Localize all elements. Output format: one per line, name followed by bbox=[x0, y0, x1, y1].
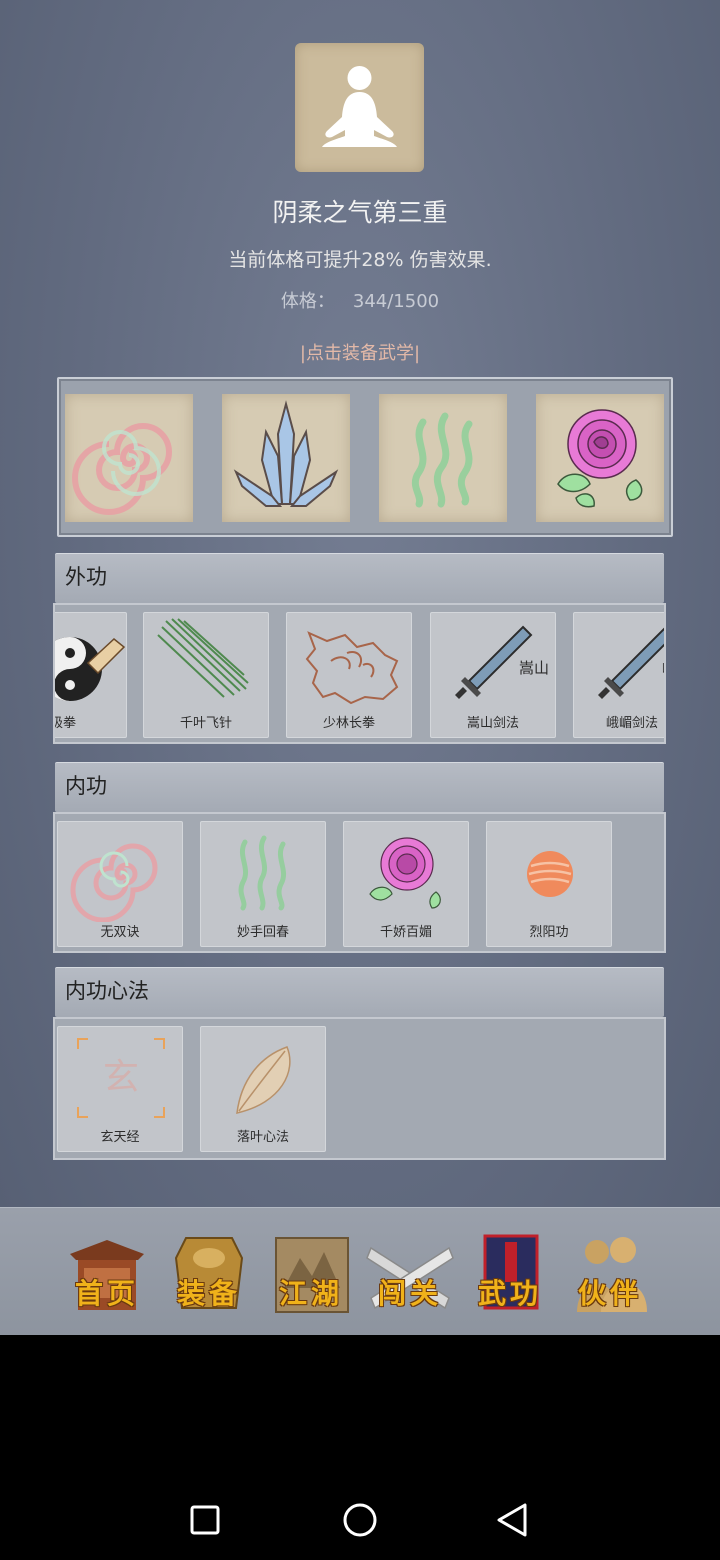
sword-icon: 峨嵋 bbox=[598, 627, 666, 699]
skill-card-songshan-sword[interactable]: 嵩山 嵩山剑法 bbox=[430, 612, 556, 738]
tab-partners[interactable]: 伙伴 bbox=[565, 1228, 655, 1320]
skill-label: 嵩山剑法 bbox=[466, 716, 519, 731]
section-header-xinfa: 内功心法 bbox=[55, 967, 664, 1017]
skill-label: 少林长拳 bbox=[322, 716, 375, 731]
rose-icon bbox=[557, 409, 643, 508]
skill-card-flying-needles[interactable]: 千叶飞针 bbox=[143, 612, 269, 738]
skill-card-miaoshou[interactable]: 妙手回春 bbox=[200, 821, 326, 947]
xuan-seal-icon: 玄 bbox=[77, 1038, 165, 1118]
physique-label: 体格： bbox=[280, 291, 335, 312]
equipped-slot-2[interactable] bbox=[222, 394, 350, 522]
skill-card-wushuang[interactable]: 无双诀 bbox=[57, 821, 183, 947]
skill-card-lieyang[interactable]: 烈阳功 bbox=[486, 821, 612, 947]
skill-card-emei-sword[interactable]: 峨嵋 峨嵋剑法 bbox=[573, 612, 666, 738]
tab-martial-arts[interactable]: 武功 bbox=[465, 1228, 555, 1320]
tab-label: 江湖 bbox=[278, 1277, 343, 1310]
section-list-neigong[interactable]: 无双诀 妙手回春 千娇百媚 烈阳功 bbox=[53, 812, 666, 953]
equipped-slot-3[interactable] bbox=[379, 394, 507, 522]
martial-arts-screen: 阴柔之气第三重 当前体格可提升28% 伤害效果. 体格： 344/1500 |点击… bbox=[0, 0, 720, 1335]
leaf-icon bbox=[236, 1046, 291, 1114]
sword-icon: 嵩山 bbox=[455, 625, 549, 699]
skill-card-qianjiao[interactable]: 千娇百媚 bbox=[343, 821, 469, 947]
physique-value: 344/1500 bbox=[352, 291, 440, 312]
equipped-slot-4[interactable] bbox=[536, 394, 664, 522]
skill-label: 峨嵋剑法 bbox=[606, 716, 659, 731]
skill-label: 落叶心法 bbox=[236, 1130, 289, 1145]
fist-icon bbox=[305, 631, 399, 705]
section-header-waigong: 外功 bbox=[55, 553, 664, 603]
physique-stat: 体格： 344/1500 bbox=[0, 287, 720, 313]
sun-icon bbox=[527, 851, 573, 897]
section-list-waigong[interactable]: 极拳 千叶飞针 少林长拳 嵩山 bbox=[53, 603, 666, 744]
skill-label: 无双诀 bbox=[100, 925, 140, 940]
svg-text:玄: 玄 bbox=[103, 1057, 139, 1098]
tab-jianghu[interactable]: 江湖 bbox=[266, 1228, 356, 1320]
skill-label: 千娇百媚 bbox=[379, 925, 432, 940]
rose-icon bbox=[369, 837, 441, 909]
tab-label: 装备 bbox=[176, 1277, 241, 1310]
taiji-fist-icon bbox=[55, 637, 126, 701]
skill-card-shaolin-fist[interactable]: 少林长拳 bbox=[286, 612, 412, 738]
recent-apps-icon[interactable] bbox=[175, 1490, 235, 1550]
skill-card-xuantian[interactable]: 玄 玄天经 bbox=[57, 1026, 183, 1152]
green-waves-icon bbox=[411, 412, 473, 508]
spiral-icon bbox=[70, 843, 158, 922]
skill-label: 极拳 bbox=[55, 716, 76, 731]
equipped-skills-panel bbox=[57, 377, 673, 537]
home-circle-icon[interactable] bbox=[330, 1490, 390, 1550]
tab-label: 首页 bbox=[74, 1277, 139, 1310]
ice-crystal-icon bbox=[233, 400, 339, 507]
skill-label: 千叶飞针 bbox=[179, 716, 232, 731]
cultivation-description: 当前体格可提升28% 伤害效果. bbox=[228, 249, 492, 271]
flying-needles-icon bbox=[157, 618, 249, 698]
skill-card-luoye[interactable]: 落叶心法 bbox=[200, 1026, 326, 1152]
tab-label: 武功 bbox=[477, 1277, 542, 1310]
green-waves-icon bbox=[238, 835, 287, 911]
tab-label: 伙伴 bbox=[577, 1277, 642, 1310]
equip-martial-arts-link[interactable]: |点击装备武学| bbox=[0, 339, 720, 365]
svg-text:峨嵋: 峨嵋 bbox=[662, 659, 666, 677]
tab-equipment[interactable]: 装备 bbox=[164, 1228, 254, 1320]
svg-text:嵩山: 嵩山 bbox=[519, 659, 549, 677]
cultivation-title: 阴柔之气第三重 bbox=[272, 198, 448, 227]
section-list-xinfa[interactable]: 玄 玄天经 落叶心法 bbox=[53, 1017, 666, 1160]
equipped-slot-1[interactable] bbox=[65, 394, 193, 522]
bottom-tab-bar: 首页 装备 江湖 闯关 武功 伙伴 bbox=[0, 1207, 720, 1335]
section-header-neigong: 内功 bbox=[55, 762, 664, 812]
skill-label: 烈阳功 bbox=[529, 925, 569, 940]
tab-challenge[interactable]: 闯关 bbox=[365, 1228, 455, 1320]
spiral-icon bbox=[72, 423, 172, 515]
skill-label: 玄天经 bbox=[100, 1130, 140, 1145]
tab-label: 闯关 bbox=[377, 1277, 442, 1310]
tab-home[interactable]: 首页 bbox=[62, 1228, 152, 1320]
back-triangle-icon[interactable] bbox=[482, 1490, 542, 1550]
skill-card-taiji-fist[interactable]: 极拳 bbox=[55, 612, 127, 738]
meditation-figure-icon[interactable] bbox=[295, 43, 424, 172]
skill-label: 妙手回春 bbox=[236, 925, 289, 940]
